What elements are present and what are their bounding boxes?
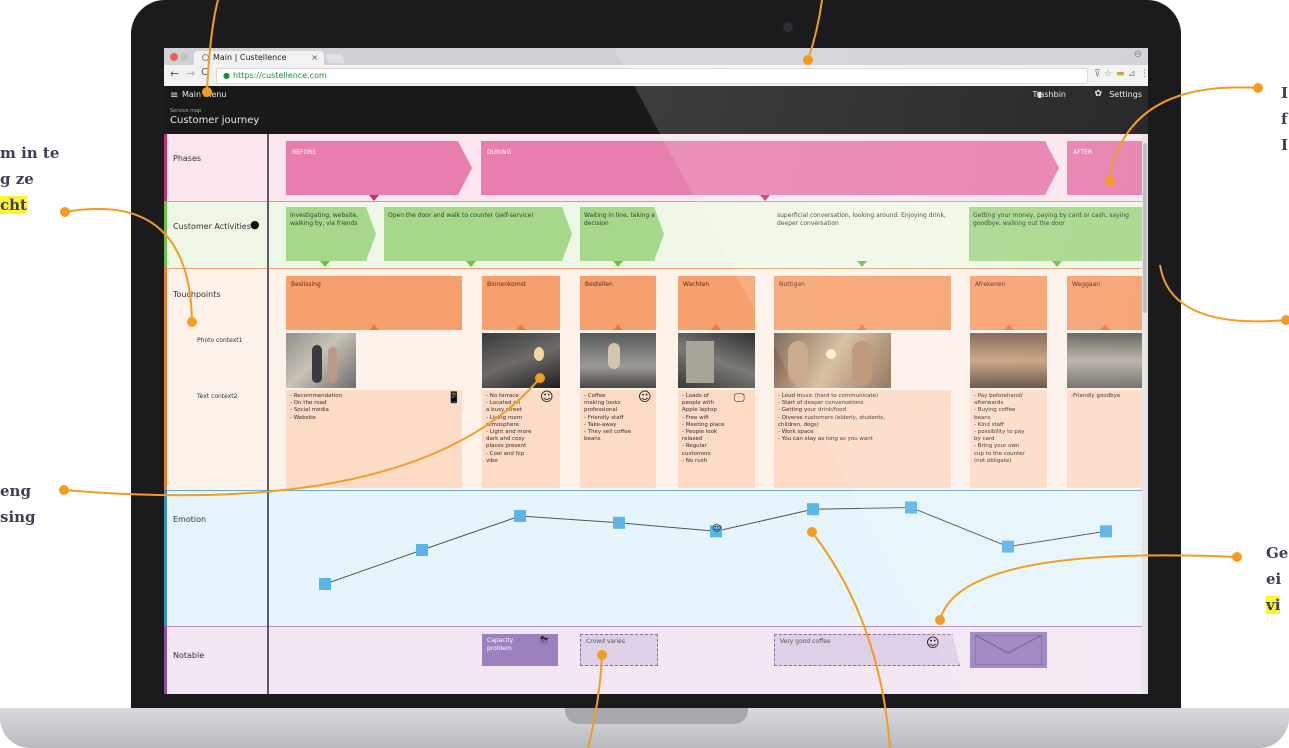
callout-line bbox=[1109, 86, 1259, 176]
callout-dot bbox=[1232, 552, 1242, 562]
callout-dot bbox=[597, 650, 607, 660]
callout-line bbox=[64, 207, 193, 323]
callout-dot bbox=[202, 87, 212, 97]
callout-dot bbox=[1253, 83, 1263, 93]
callout-dot bbox=[1281, 315, 1289, 325]
callout-line bbox=[811, 531, 891, 748]
callout-dot bbox=[1105, 176, 1115, 186]
callout-dot bbox=[187, 317, 197, 327]
callout-line bbox=[587, 654, 603, 748]
callout-line bbox=[206, 0, 219, 93]
callout-line bbox=[63, 377, 541, 497]
callout-dot bbox=[60, 207, 70, 217]
callout-line bbox=[1159, 264, 1287, 323]
callout-dot bbox=[59, 485, 69, 495]
callout-dot bbox=[803, 55, 813, 65]
callout-dot bbox=[935, 615, 945, 625]
callout-dot bbox=[807, 527, 817, 537]
callout-line bbox=[939, 554, 1238, 621]
callout-lines bbox=[59, 0, 1289, 748]
callout-line bbox=[807, 0, 823, 61]
callout-dot bbox=[535, 373, 545, 383]
